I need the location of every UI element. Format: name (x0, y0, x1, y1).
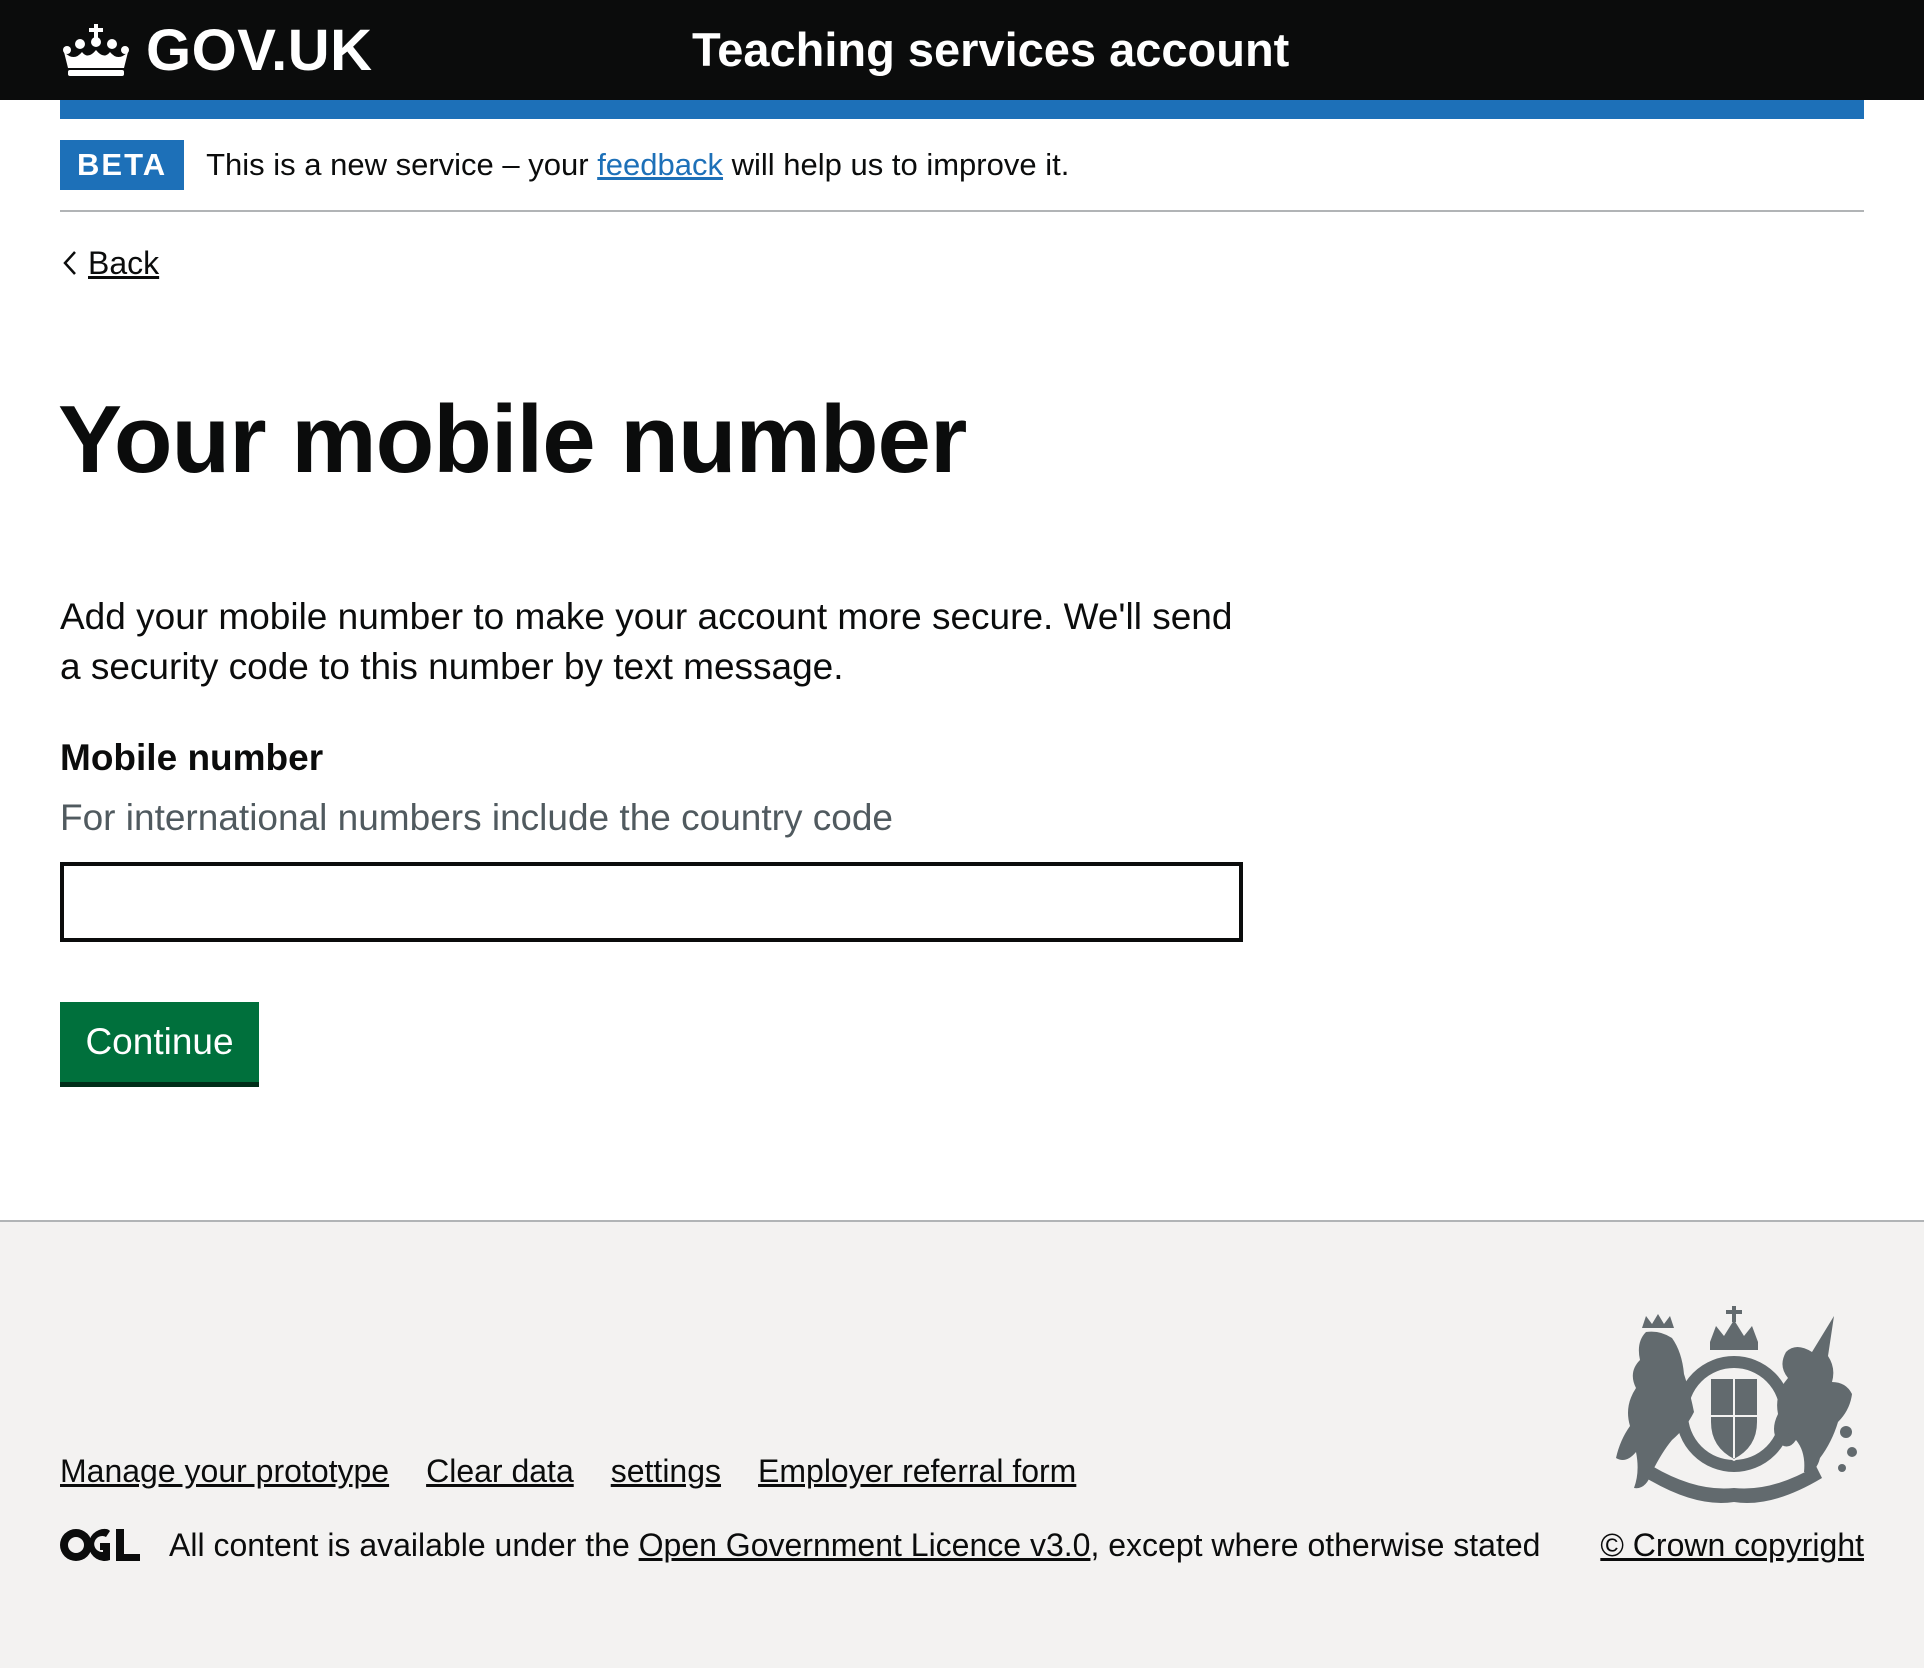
open-government-licence-link[interactable]: Open Government Licence v3.0 (639, 1527, 1091, 1563)
crown-icon (63, 24, 129, 76)
footer-link-settings[interactable]: settings (611, 1446, 721, 1496)
feedback-link[interactable]: feedback (597, 147, 723, 182)
back-link[interactable]: Back (60, 240, 159, 286)
phase-text-after: will help us to improve it. (723, 147, 1070, 182)
intro-text: Add your mobile number to make your acco… (60, 596, 1233, 687)
logo-text: GOV.UK (146, 17, 373, 83)
licence-text: All content is available under the Open … (169, 1522, 1540, 1568)
govuk-logo-link[interactable]: GOV.UK (60, 17, 373, 83)
site-footer: Manage your prototype Clear data setting… (0, 1220, 1924, 1668)
footer-link-manage-prototype[interactable]: Manage your prototype (60, 1446, 389, 1496)
beta-tag: BETA (60, 140, 185, 190)
continue-button[interactable]: Continue (60, 1002, 259, 1082)
header-blue-bar (60, 100, 1864, 119)
service-name-link[interactable]: Teaching services account (692, 20, 1289, 80)
ogl-logo (60, 1528, 140, 1561)
site-header: GOV.UK Teaching services account (0, 0, 1924, 100)
footer-links: Manage your prototype Clear data setting… (60, 1446, 1113, 1496)
royal-coat-of-arms (1616, 1306, 1857, 1503)
mobile-number-input[interactable] (60, 862, 1243, 942)
phase-banner-text: This is a new service – your feedback wi… (206, 140, 1069, 190)
crown-copyright-link[interactable]: © Crown copyright (1600, 1522, 1864, 1568)
footer-link-employer-referral[interactable]: Employer referral form (758, 1446, 1076, 1496)
back-link-label: Back (88, 245, 160, 281)
footer-link-clear-data[interactable]: Clear data (426, 1446, 574, 1496)
mobile-number-label: Mobile number (60, 737, 324, 778)
phase-text-before: This is a new service – your (206, 147, 598, 182)
page-title: Your mobile number (58, 386, 967, 493)
licence-text-after: , except where otherwise stated (1090, 1527, 1541, 1563)
licence-text-before: All content is available under the (169, 1527, 639, 1563)
mobile-number-hint: For international numbers include the co… (60, 797, 893, 838)
chevron-left-icon (63, 251, 76, 275)
phase-banner: BETA This is a new service – your feedba… (60, 140, 1864, 212)
